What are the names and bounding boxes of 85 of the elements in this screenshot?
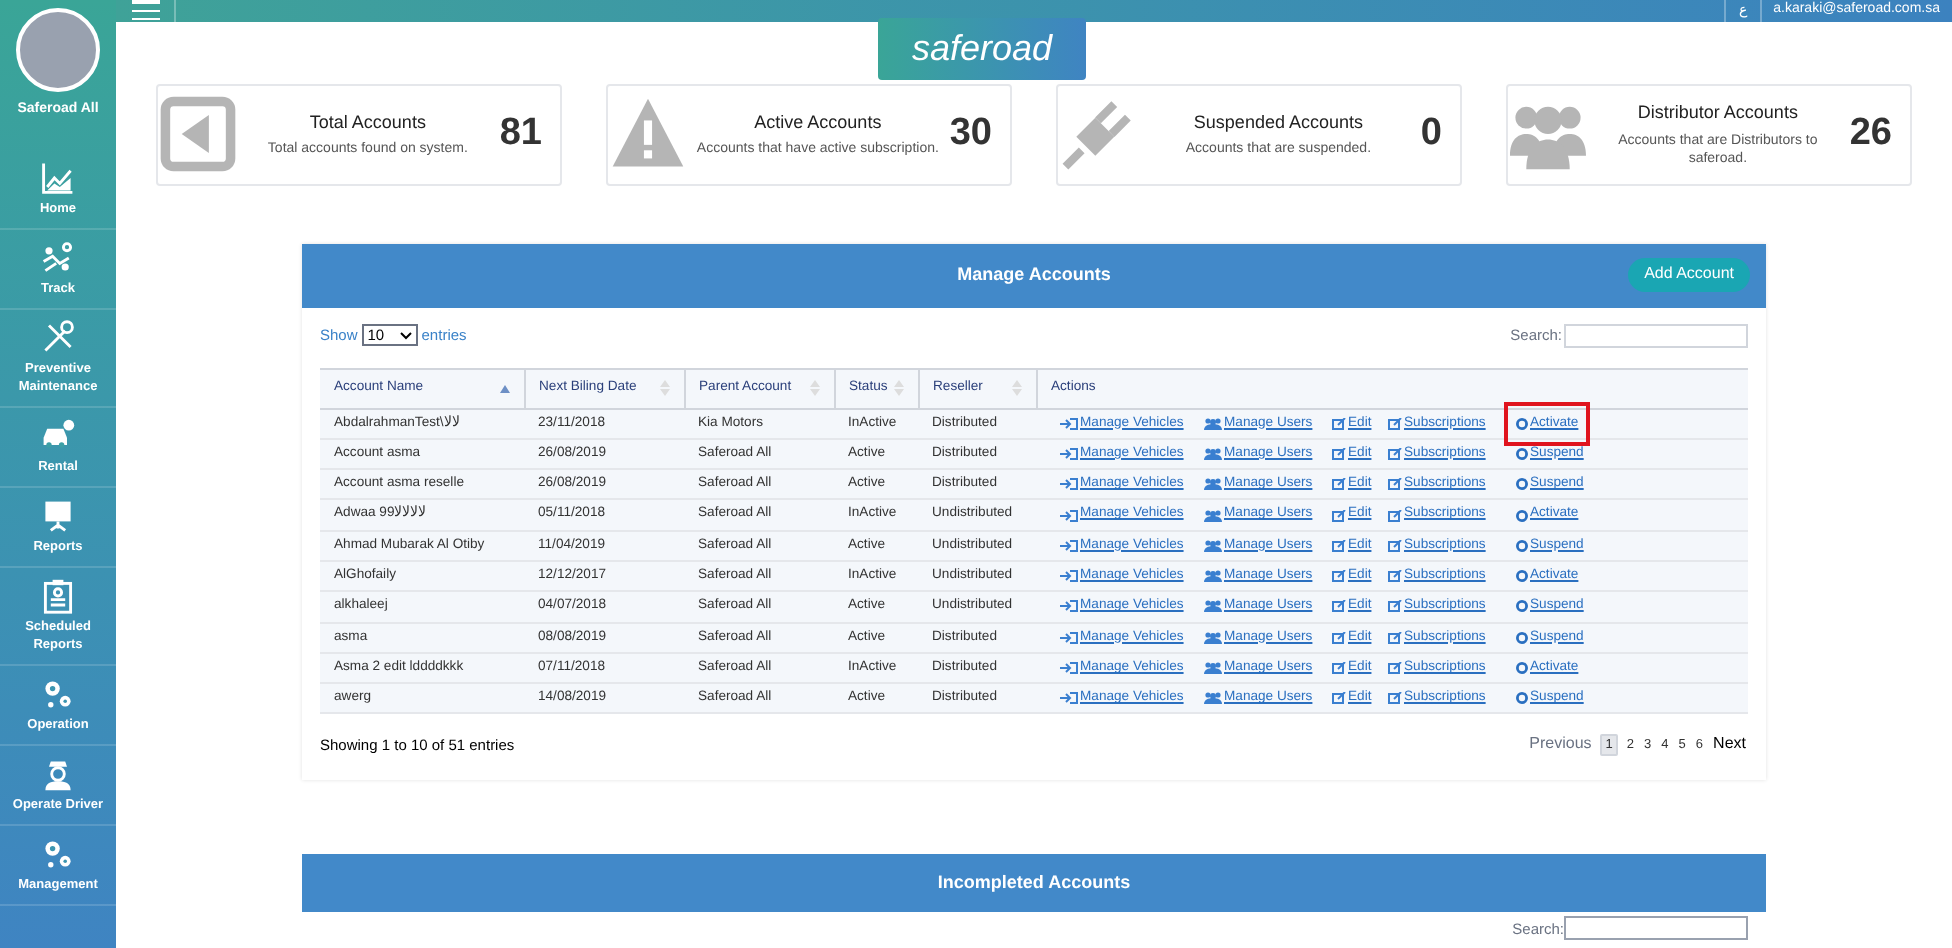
edit-icon — [1388, 631, 1402, 644]
chart-icon — [40, 159, 76, 195]
edit-icon — [1388, 692, 1402, 705]
logo: saferoad — [878, 18, 1086, 80]
users-icon — [1204, 631, 1222, 644]
car-icon — [40, 417, 76, 453]
users-icon — [1204, 417, 1222, 430]
plug-icon — [1060, 96, 1136, 172]
chevron-icon — [399, 331, 412, 339]
gears-icon — [40, 835, 76, 871]
enter-icon — [1060, 570, 1078, 583]
users-icon — [1204, 509, 1222, 522]
warning-icon — [610, 96, 686, 172]
edit-icon — [1388, 600, 1402, 613]
edit-icon — [1388, 447, 1402, 460]
edit-icon — [1332, 478, 1346, 491]
presentation-icon — [40, 497, 76, 533]
clipboard-icon — [40, 577, 76, 613]
enter-icon — [1060, 600, 1078, 613]
users-icon — [1204, 692, 1222, 705]
circle-icon — [1516, 631, 1528, 644]
enter-icon — [1060, 478, 1078, 491]
edit-icon — [1388, 539, 1402, 552]
circle-icon — [1516, 417, 1528, 430]
add-account-button[interactable]: Add Account — [1628, 257, 1750, 291]
circle-icon — [1516, 692, 1528, 705]
users-icon — [1204, 539, 1222, 552]
driver-icon — [40, 755, 76, 791]
edit-icon — [1332, 509, 1346, 522]
tools-icon — [40, 319, 76, 355]
stat-title: Suspended Accounts — [1193, 109, 1363, 136]
edit-icon — [1332, 600, 1346, 613]
panel-title: Manage Accounts — [957, 261, 1111, 288]
search-field[interactable] — [1564, 323, 1748, 347]
enter-icon — [1060, 417, 1078, 430]
stat-title: Distributor Accounts — [1637, 100, 1798, 127]
edit-icon — [1388, 417, 1402, 430]
circle-icon — [1516, 509, 1528, 522]
circle-icon — [1516, 539, 1528, 552]
stat-value: 81 — [499, 109, 544, 158]
users-icon — [1204, 570, 1222, 583]
panel-title: Incompleted Accounts — [937, 870, 1131, 897]
sort-icon — [659, 380, 669, 396]
users-icon — [1204, 600, 1222, 613]
stat-value: 30 — [949, 109, 994, 158]
search-field[interactable] — [1564, 916, 1748, 941]
stat-value: 0 — [1420, 109, 1444, 158]
edit-icon — [1388, 570, 1402, 583]
circle-icon — [1516, 447, 1528, 460]
edit-icon — [1388, 478, 1402, 491]
edit-icon — [1332, 631, 1346, 644]
menu-icon[interactable] — [132, 0, 160, 21]
users-icon — [1204, 478, 1222, 491]
edit-icon — [1332, 539, 1346, 552]
avatar — [16, 8, 100, 92]
circle-icon — [1516, 478, 1528, 491]
sort-icon — [499, 383, 509, 393]
map-icon — [40, 239, 76, 275]
edit-icon — [1332, 692, 1346, 705]
sort-icon — [893, 380, 903, 396]
edit-icon — [1332, 417, 1346, 430]
edit-icon — [1332, 570, 1346, 583]
enter-icon — [1060, 692, 1078, 705]
circle-icon — [1516, 600, 1528, 613]
circle-icon — [1516, 662, 1528, 675]
stat-title: Active Accounts — [754, 109, 882, 136]
edit-icon — [1388, 662, 1402, 675]
users-icon — [1204, 662, 1222, 675]
enter-icon — [1060, 509, 1078, 522]
gears-icon — [40, 675, 76, 711]
pagination-link[interactable]: Previous — [1527, 732, 1594, 757]
sort-icon — [809, 380, 819, 396]
edit-icon — [1332, 447, 1346, 460]
enter-icon — [1060, 631, 1078, 644]
edit-icon — [1388, 509, 1402, 522]
stat-value: 26 — [1849, 109, 1894, 158]
enter-icon — [1060, 539, 1078, 552]
pagination-link[interactable]: Next — [1711, 732, 1748, 757]
sort-icon — [1011, 380, 1021, 396]
enter-icon — [1060, 447, 1078, 460]
stat-title: Total Accounts — [309, 109, 426, 136]
circle-icon — [1516, 570, 1528, 583]
edit-icon — [1332, 662, 1346, 675]
enter-icon — [1060, 662, 1078, 675]
users-icon — [1204, 447, 1222, 460]
